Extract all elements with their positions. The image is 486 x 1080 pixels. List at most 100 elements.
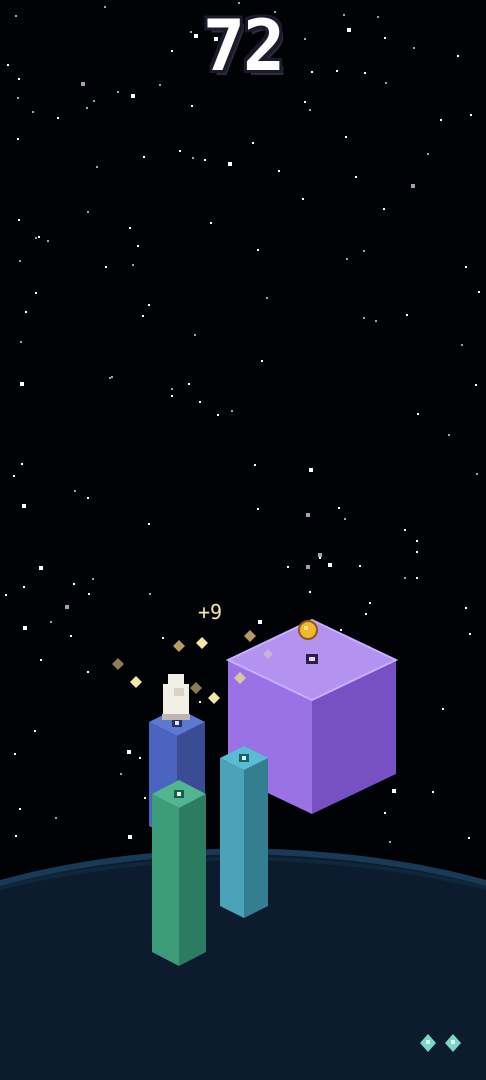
star [411,184,415,188]
star [70,635,72,637]
star [204,159,206,161]
star [199,701,201,703]
star [363,250,365,252]
star [35,237,37,239]
star [86,107,88,109]
star [20,341,22,343]
star [254,464,256,466]
star [34,730,36,732]
star [105,266,107,268]
star [432,791,434,793]
star [302,198,304,200]
star [440,119,442,121]
star [171,388,173,390]
star [476,473,478,475]
star [470,114,472,116]
star [266,297,268,299]
star [117,91,119,93]
star [309,109,311,111]
star [88,593,90,595]
star [23,626,27,630]
star [74,490,76,492]
star [17,97,19,99]
star [328,563,332,567]
star [40,659,42,661]
star [162,637,164,639]
star [427,153,429,155]
star [478,291,480,293]
star [25,311,27,313]
star [18,219,20,221]
star [144,797,146,799]
star [87,671,89,673]
star [338,507,340,509]
star [261,360,263,362]
star [461,344,463,346]
star [375,320,377,322]
star [19,260,21,262]
star [14,753,16,755]
star [238,2,240,4]
star [5,594,7,596]
star [345,136,347,138]
star [143,156,145,158]
star [194,334,196,336]
star [392,789,396,793]
star [128,835,132,839]
star [304,101,306,103]
star [344,518,346,520]
star [96,166,98,168]
star [217,414,219,416]
star [309,591,311,593]
star [258,620,262,624]
star [318,553,322,557]
star [210,222,212,224]
star [257,249,259,251]
star [93,100,95,102]
coin-icon[interactable] [298,620,318,640]
star [346,258,348,260]
star [257,508,259,510]
star [109,377,111,379]
star [475,384,477,386]
star [468,837,470,839]
star [306,513,310,517]
star [129,227,131,229]
star [416,540,418,542]
star [17,138,19,140]
star [87,211,89,213]
star [384,812,386,814]
star [23,586,25,588]
star [465,607,467,609]
star [442,708,444,710]
star [137,245,139,247]
star [35,292,37,294]
star [13,475,15,477]
star [179,150,181,152]
game-screen[interactable]: 72 +9 [0,0,486,1080]
star [252,142,254,144]
star [191,105,193,107]
green-pillar [152,780,206,966]
star [359,565,361,567]
star [142,315,144,317]
star [417,413,419,415]
star [171,395,173,397]
star [404,529,406,531]
star [448,434,450,436]
star [149,593,151,595]
star [383,208,385,210]
star [20,382,24,386]
star [389,841,391,843]
star [319,557,321,559]
star [365,613,367,615]
star [87,497,89,499]
star [231,410,233,412]
score-counter: 72 [202,5,285,87]
star [50,621,52,623]
star [15,835,17,837]
star [469,633,471,635]
star [309,468,313,472]
star [21,463,23,465]
star [32,111,34,113]
